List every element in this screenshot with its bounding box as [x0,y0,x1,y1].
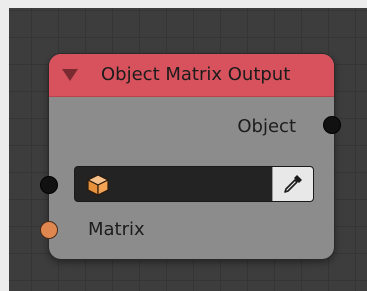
object-input-socket[interactable] [40,176,58,194]
node-title: Object Matrix Output [101,64,291,85]
object-field[interactable] [74,166,314,202]
window-frame-left [0,0,9,291]
eyedropper-icon [284,175,302,193]
object-matrix-output-node[interactable]: Object Matrix Output Object Matrix [40,54,341,259]
object-output-label: Object [237,116,296,137]
object-output-socket[interactable] [323,116,341,134]
window-frame-top [0,0,367,8]
cube-icon [87,174,109,196]
matrix-input-label: Matrix [88,219,145,240]
collapse-triangle-icon[interactable] [62,69,78,81]
matrix-input-socket[interactable] [40,221,58,239]
node-header[interactable]: Object Matrix Output [49,54,334,97]
eyedropper-button[interactable] [272,167,313,201]
